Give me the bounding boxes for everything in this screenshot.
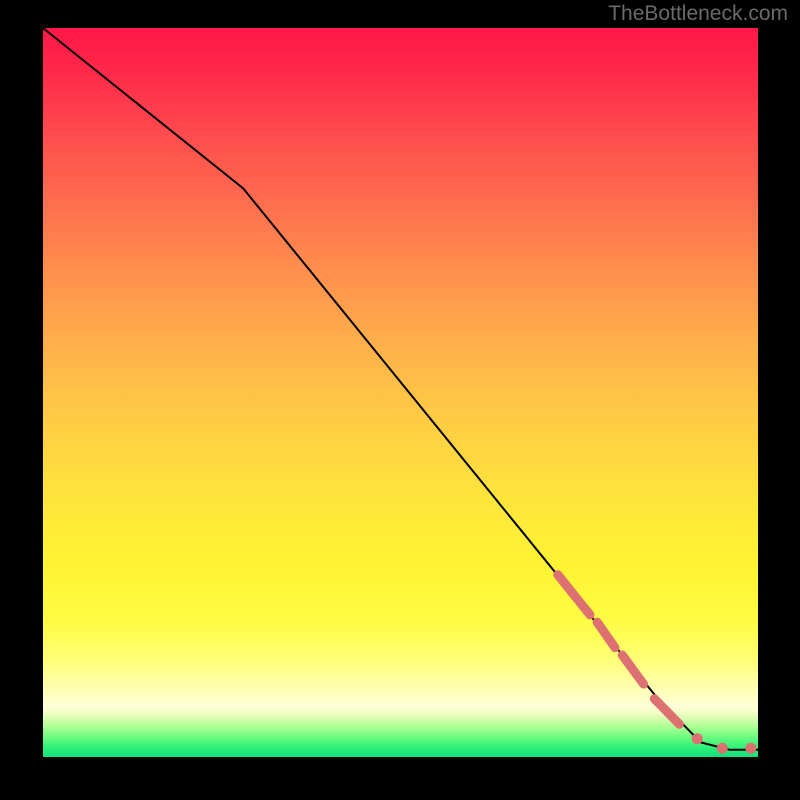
- plot-area: [43, 28, 758, 757]
- highlight-group: [558, 575, 757, 754]
- highlight-dash: [597, 622, 615, 648]
- highlight-dash: [654, 699, 679, 725]
- bottleneck-curve: [43, 28, 758, 750]
- highlight-dot: [745, 743, 756, 754]
- curve-svg: [43, 28, 758, 757]
- highlight-dash: [622, 655, 643, 684]
- attribution-text: TheBottleneck.com: [608, 2, 788, 26]
- highlight-dash: [558, 575, 590, 615]
- chart-frame: TheBottleneck.com: [0, 0, 800, 800]
- highlight-dot: [692, 733, 703, 744]
- highlight-dot: [717, 743, 728, 754]
